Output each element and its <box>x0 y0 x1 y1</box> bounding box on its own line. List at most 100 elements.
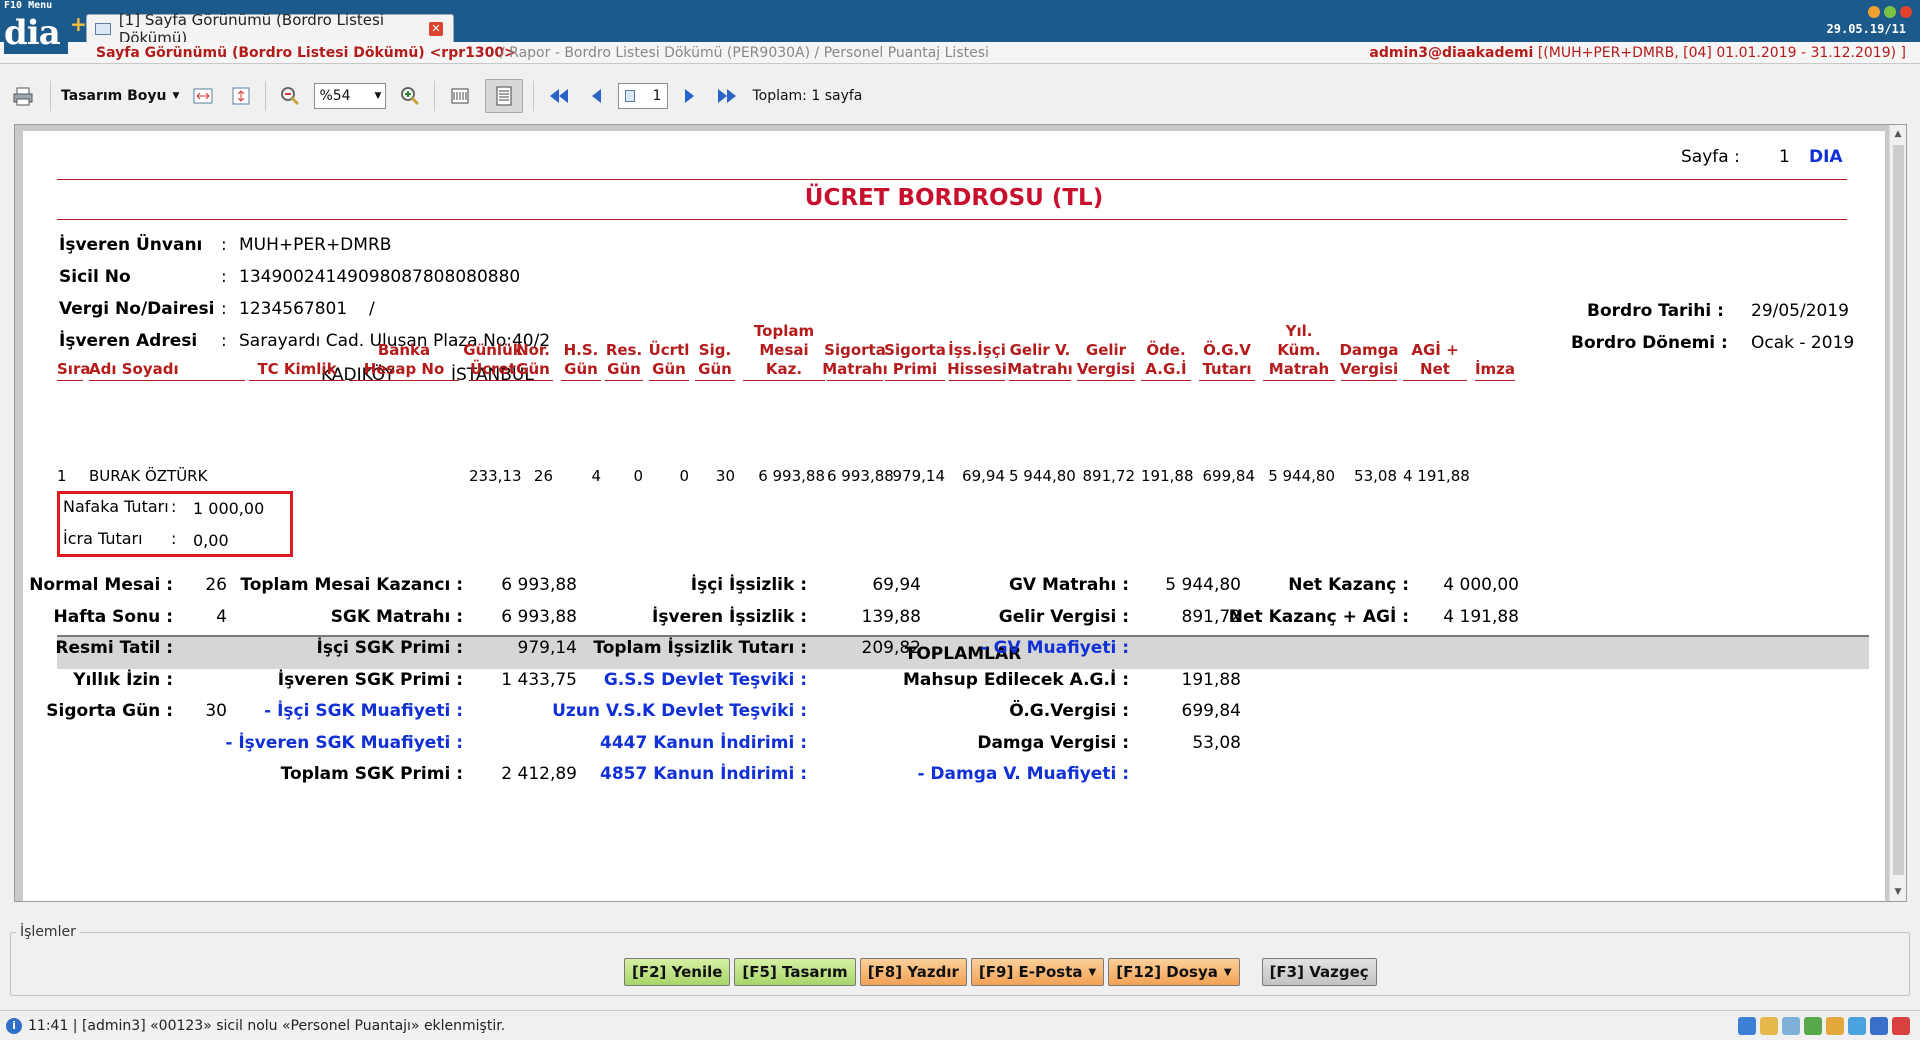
total-label: Gelir Vergisi : <box>998 606 1129 627</box>
column-header: TC Kimlik <box>249 341 345 381</box>
email-button[interactable]: [F9] E-Posta ▼ <box>970 958 1105 986</box>
column-header: Yıl. Küm. Matrah <box>1263 322 1335 381</box>
email-label: [F9] E-Posta <box>978 963 1083 981</box>
design-size-label: Tasarım Boyu <box>61 88 167 104</box>
fit-height-button[interactable] <box>227 79 255 113</box>
table-cell-gelir-vergisi: 891,72 <box>1082 467 1136 485</box>
design-button[interactable]: [F5] Tasarım <box>734 958 856 986</box>
total-value: 209,82 <box>861 638 921 658</box>
table-cell-ucrtl: 0 <box>679 467 689 485</box>
table-cell-ode-agi: 191,88 <box>1141 467 1194 485</box>
file-button[interactable]: [F12] Dosya ▼ <box>1108 958 1240 986</box>
download-icon[interactable] <box>1826 1017 1844 1035</box>
chevron-down-icon: ▼ <box>172 91 180 101</box>
total-value: 6 993,88 <box>501 606 577 627</box>
zoom-out-button[interactable] <box>276 79 304 113</box>
continuous-page-button[interactable] <box>485 79 524 113</box>
icra-label: İcra Tutarı <box>63 529 143 548</box>
new-tab-plus-icon[interactable]: + <box>70 12 87 36</box>
info-icon: i <box>6 1017 22 1034</box>
colon: : <box>221 235 227 255</box>
column-header: Günlük Ücret <box>463 341 523 381</box>
table-cell-sig-primi: 979,14 <box>892 467 946 485</box>
icra-value: 0,00 <box>193 531 229 550</box>
f10-menu[interactable]: F10 Menu <box>4 0 52 11</box>
column-header: Sıra <box>57 341 90 381</box>
sicil-label: Sicil No <box>59 267 131 287</box>
table-cell-nor: 26 <box>533 467 553 485</box>
table-cell-yil-kum: 5 944,80 <box>1268 467 1335 485</box>
refresh-button[interactable]: [F2] Yenile <box>624 958 731 986</box>
total-value: 139,88 <box>861 606 921 627</box>
total-label: Ö.G.Vergisi : <box>1009 701 1129 721</box>
divider <box>57 179 1847 180</box>
previous-page-button[interactable] <box>584 79 608 113</box>
fit-width-button[interactable] <box>189 79 217 113</box>
last-page-button[interactable] <box>712 79 742 113</box>
colon: : <box>221 267 227 287</box>
help-icon[interactable] <box>1738 1017 1756 1035</box>
column-header: İmza <box>1475 341 1515 381</box>
total-value: 53,08 <box>1192 732 1241 753</box>
first-page-button[interactable] <box>544 79 574 113</box>
total-label: G.S.S Devlet Teşviki : <box>603 669 807 690</box>
scrollbar-thumb[interactable] <box>1893 145 1904 875</box>
first-page-icon <box>550 89 569 103</box>
total-label: SGK Matrahı : <box>330 606 463 627</box>
calculator-icon[interactable] <box>1782 1017 1800 1035</box>
total-label: 4447 Kanun İndirimi : <box>600 732 807 753</box>
table-cell-name: BURAK ÖZTÜRK <box>89 467 208 485</box>
action-buttons: [F2] Yenile [F5] Tasarım [F8] Yazdır [F9… <box>624 958 1377 986</box>
column-header: Gelir V. Matrahı <box>1007 341 1073 381</box>
column-header: Öde. A.G.İ <box>1141 341 1191 381</box>
cancel-button[interactable]: [F3] Vazgeç <box>1261 958 1377 986</box>
bordro-date-label: Bordro Tarihi : <box>1587 301 1724 321</box>
total-label: GV Matrahı : <box>1008 575 1129 595</box>
total-label: Net Kazanç : <box>1288 575 1409 595</box>
table-cell-gv-matrah: 5 944,80 <box>1009 467 1076 485</box>
printer-icon <box>13 87 33 106</box>
total-value: 979,14 <box>517 638 577 658</box>
total-label: Hafta Sonu : <box>53 606 173 627</box>
close-tab-icon[interactable]: ✕ <box>429 22 443 36</box>
print-report-button[interactable]: [F8] Yazdır <box>859 958 967 986</box>
total-label: - İşçi SGK Muafiyeti : <box>264 701 463 721</box>
dia-logo[interactable]: dia <box>4 12 68 54</box>
next-page-icon <box>685 89 695 103</box>
breadcrumb-path[interactable]: / Rapor - Bordro Listesi Dökümü (PER9030… <box>500 42 989 64</box>
tools-icon[interactable] <box>1760 1017 1778 1035</box>
table-cell-sig: 30 <box>715 467 735 485</box>
table-cell-res: 0 <box>633 467 643 485</box>
scroll-up-icon[interactable]: ▲ <box>1892 127 1904 141</box>
report-viewport[interactable]: Sayfa : 1 DIA ÜCRET BORDROSU (TL) İşvere… <box>14 124 1907 902</box>
next-page-button[interactable] <box>678 79 702 113</box>
tab-page-view[interactable]: [1] Sayfa Görünümü (Bordro Listesi Döküm… <box>86 11 454 47</box>
column-header: Sigorta Matrahı <box>822 341 888 381</box>
zoom-in-button[interactable] <box>396 79 424 113</box>
column-header: Damga Vergisi <box>1339 341 1399 381</box>
scroll-down-icon[interactable]: ▼ <box>1892 885 1904 899</box>
lock-icon[interactable] <box>1870 1017 1888 1035</box>
column-header: Nor. Gün <box>513 341 553 381</box>
design-size-dropdown[interactable]: Tasarım Boyu ▼ <box>61 79 179 113</box>
column-header: İşs.İşçi Hissesi <box>947 341 1007 381</box>
vertical-scrollbar[interactable]: ▲ ▼ <box>1889 125 1906 901</box>
currency-icon[interactable] <box>1804 1017 1822 1035</box>
zoom-select[interactable]: %54 ▼ <box>314 79 387 113</box>
total-value: 1 433,75 <box>501 669 577 690</box>
total-value: 191,88 <box>1181 669 1241 690</box>
maximize-button[interactable] <box>1884 6 1896 18</box>
power-icon[interactable] <box>1892 1017 1910 1035</box>
breadcrumb: Sayfa Görünümü (Bordro Listesi Dökümü) <… <box>0 42 1920 64</box>
total-label: Resmi Tatil : <box>55 638 173 658</box>
column-header: Ö.G.V Tutarı <box>1199 341 1255 381</box>
bordro-date-value: 29/05/2019 <box>1751 301 1849 321</box>
minimize-button[interactable] <box>1868 6 1880 18</box>
total-label: - Damga V. Muafiyeti : <box>917 764 1129 784</box>
print-button[interactable] <box>6 79 40 113</box>
page-number-input[interactable]: 1 <box>618 79 669 113</box>
total-value: 4 <box>216 606 227 627</box>
chat-icon[interactable] <box>1848 1017 1866 1035</box>
single-page-button[interactable] <box>445 79 475 113</box>
close-window-button[interactable] <box>1900 6 1912 18</box>
